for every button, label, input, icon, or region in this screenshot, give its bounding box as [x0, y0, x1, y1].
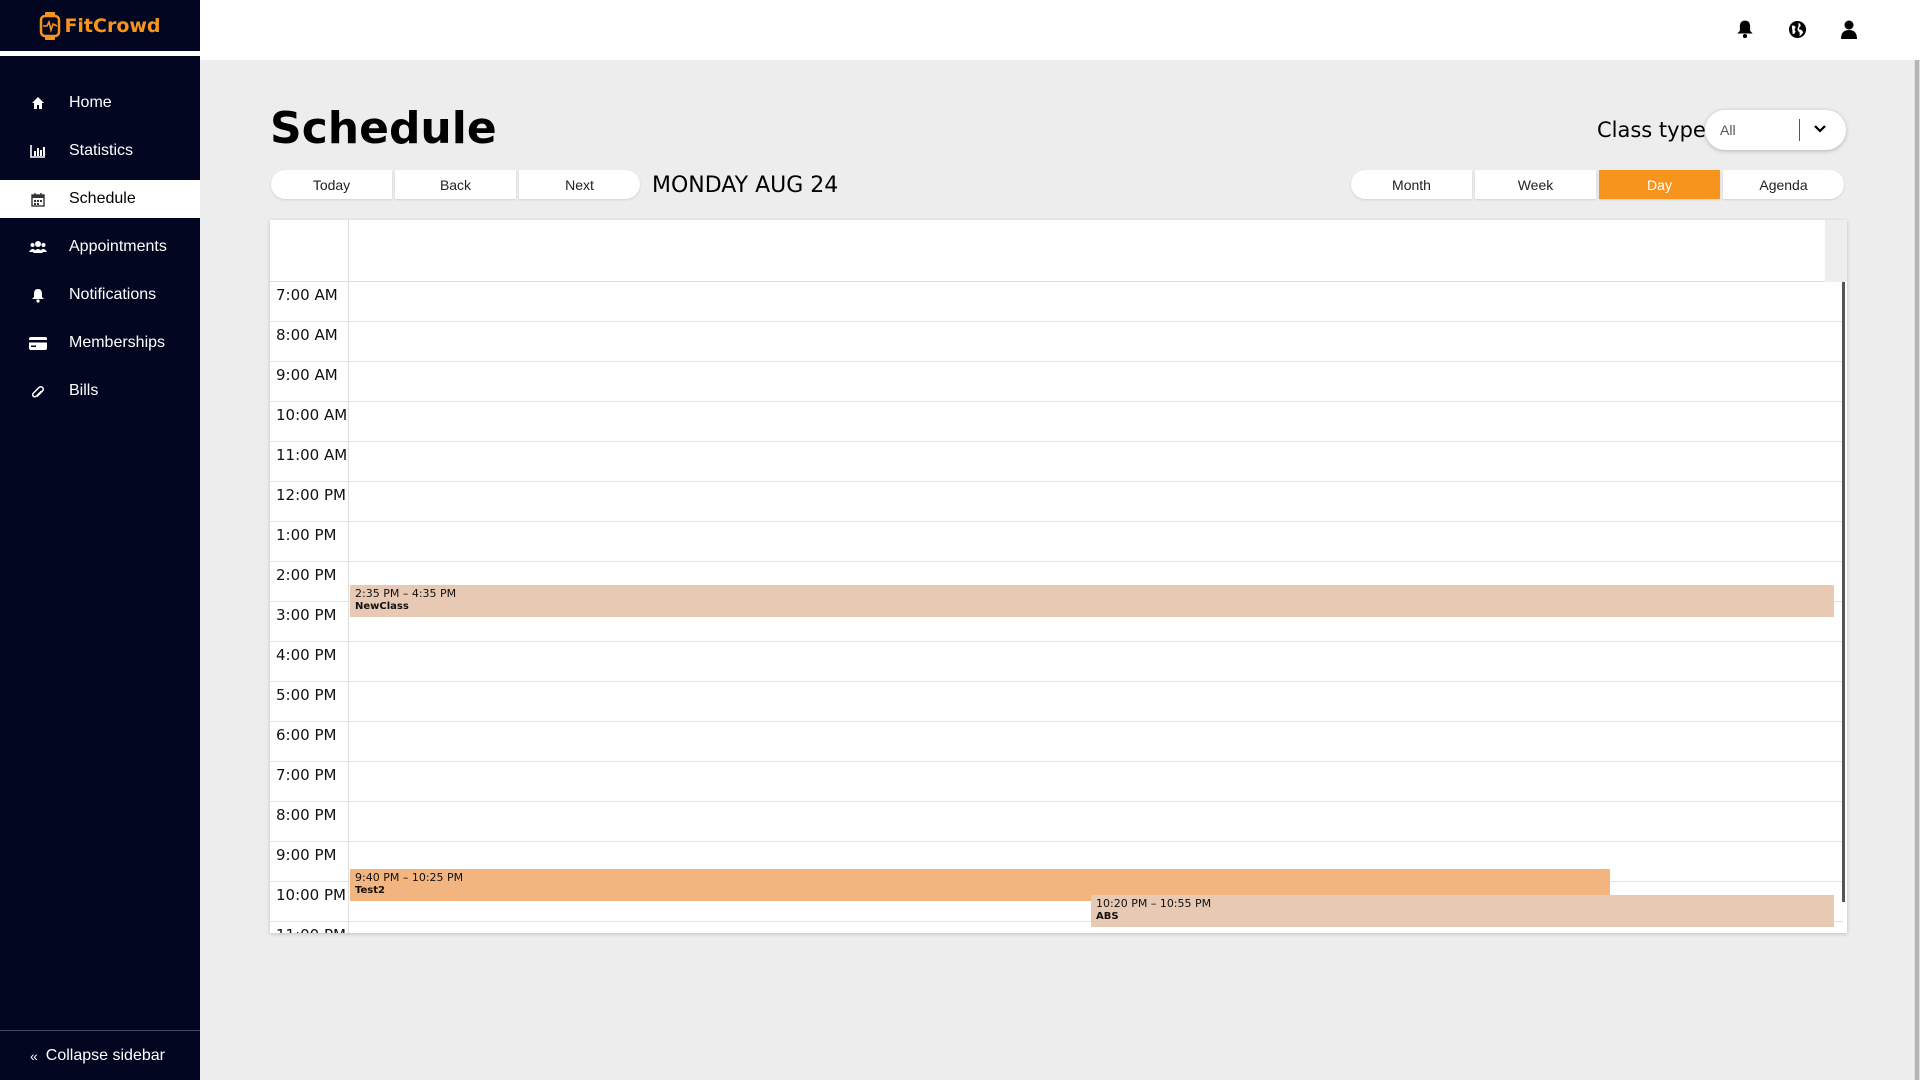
- calendar-event[interactable]: 10:20 PM – 10:55 PM ABS: [1091, 895, 1834, 928]
- time-slot-row[interactable]: 12:00 PM: [270, 482, 1843, 522]
- collapse-sidebar-label: Collapse sidebar: [45, 1046, 165, 1064]
- sidebar-item-label: Memberships: [69, 334, 166, 351]
- select-separator: [1799, 119, 1800, 141]
- calendar-header: [270, 220, 1847, 282]
- calendar-header-gutter: [270, 220, 349, 282]
- today-button[interactable]: Today: [271, 170, 392, 199]
- page-title: Schedule: [270, 103, 497, 154]
- class-type-value: All: [1720, 122, 1736, 138]
- time-slot-label: 11:00 PM: [276, 926, 346, 933]
- time-slot-row[interactable]: 1:00 PM: [270, 522, 1843, 562]
- collapse-sidebar-button[interactable]: « Collapse sidebar: [0, 1030, 200, 1080]
- sidebar-item-label: Notifications: [69, 286, 157, 303]
- time-slot-label: 8:00 AM: [276, 326, 338, 344]
- sidebar-item-appointments[interactable]: Appointments: [0, 228, 200, 266]
- page-scrollbar-thumb[interactable]: [1915, 60, 1919, 1080]
- user-icon[interactable]: [1838, 18, 1860, 40]
- sidebar-nav: Home Statistics Schedule Appointments No…: [0, 84, 200, 410]
- time-slot-label: 11:00 AM: [276, 446, 348, 464]
- time-slot-row[interactable]: 7:00 AM: [270, 282, 1843, 322]
- paperclip-icon: [29, 382, 47, 400]
- time-slot-label: 3:00 PM: [276, 606, 337, 624]
- credit-card-icon: [29, 334, 47, 352]
- calendar-view-buttons: Month Week Day Agenda: [1351, 170, 1847, 199]
- top-bar-actions: [1734, 18, 1860, 40]
- time-slot-row[interactable]: 6:00 PM: [270, 722, 1843, 762]
- time-slot-row[interactable]: 8:00 PM: [270, 802, 1843, 842]
- time-slot-label: 5:00 PM: [276, 686, 337, 704]
- brand-logo[interactable]: FitCrowd: [39, 11, 161, 40]
- sidebar-item-notifications[interactable]: Notifications: [0, 276, 200, 314]
- back-button[interactable]: Back: [395, 170, 516, 199]
- time-slot-label: 9:00 PM: [276, 846, 337, 864]
- users-icon: [29, 238, 47, 256]
- sidebar-item-statistics[interactable]: Statistics: [0, 132, 200, 170]
- week-view-button[interactable]: Week: [1475, 170, 1596, 199]
- time-slot-label: 9:00 AM: [276, 366, 338, 384]
- sidebar-item-label: Appointments: [69, 238, 167, 255]
- sidebar-item-label: Home: [69, 94, 112, 111]
- top-bar: [200, 0, 1920, 60]
- page-scrollbar[interactable]: [1914, 60, 1920, 1080]
- class-type-select[interactable]: All: [1705, 110, 1846, 150]
- next-button[interactable]: Next: [519, 170, 640, 199]
- time-slot-label: 7:00 AM: [276, 286, 338, 304]
- time-slot-label: 1:00 PM: [276, 526, 337, 544]
- time-slot-label: 10:00 AM: [276, 406, 348, 424]
- sidebar-item-bills[interactable]: Bills: [0, 372, 200, 410]
- home-icon: [29, 94, 47, 112]
- time-slot-label: 10:00 PM: [276, 886, 346, 904]
- event-title: ABS: [1096, 911, 1119, 923]
- sidebar-item-home[interactable]: Home: [0, 84, 200, 122]
- brand-name: FitCrowd: [64, 14, 161, 37]
- event-time: 9:40 PM – 10:25 PM: [355, 870, 464, 884]
- time-slot-label: 6:00 PM: [276, 726, 337, 744]
- time-slot-label: 2:00 PM: [276, 566, 337, 584]
- time-slot-row[interactable]: 11:00 AM: [270, 442, 1843, 482]
- day-calendar: 7:00 AM 8:00 AM 9:00 AM 10:00 AM 11:00 AM 12:…: [270, 220, 1847, 933]
- time-slot-row[interactable]: 9:00 AM: [270, 362, 1843, 402]
- bell-icon[interactable]: [1734, 18, 1756, 40]
- logo-area: FitCrowd: [0, 0, 200, 56]
- sidebar-item-memberships[interactable]: Memberships: [0, 324, 200, 362]
- calendar-body[interactable]: 7:00 AM 8:00 AM 9:00 AM 10:00 AM 11:00 AM 12:…: [270, 282, 1847, 933]
- calendar-nav-buttons: Today Back Next: [271, 170, 643, 199]
- bell-icon: [29, 286, 47, 304]
- time-slot-label: 8:00 PM: [276, 806, 337, 824]
- calendar-event[interactable]: 2:35 PM – 4:35 PM NewClass: [350, 585, 1834, 618]
- class-type-label: Class type: [1597, 118, 1706, 142]
- event-time: 10:20 PM – 10:55 PM: [1096, 897, 1212, 911]
- bar-chart-icon: [29, 142, 47, 160]
- sidebar-item-label: Schedule: [69, 190, 136, 207]
- time-slot-row[interactable]: 8:00 AM: [270, 322, 1843, 362]
- month-view-button[interactable]: Month: [1351, 170, 1472, 199]
- event-time: 2:35 PM – 4:35 PM: [355, 587, 457, 601]
- event-title: NewClass: [355, 601, 409, 613]
- current-date-label: MONDAY AUG 24: [652, 173, 839, 198]
- time-slot-label: 7:00 PM: [276, 766, 337, 784]
- calendar-icon: [29, 190, 47, 208]
- time-slot-label: 4:00 PM: [276, 646, 337, 664]
- fitness-watch-icon: [40, 11, 61, 40]
- day-view-button[interactable]: Day: [1599, 170, 1720, 199]
- calendar-scrollbar[interactable]: [1842, 282, 1845, 902]
- calendar-header-scroll-spacer: [1825, 220, 1847, 282]
- time-slot-row[interactable]: 4:00 PM: [270, 642, 1843, 682]
- time-slot-row[interactable]: 5:00 PM: [270, 682, 1843, 722]
- globe-icon[interactable]: [1786, 18, 1808, 40]
- double-chevron-left-icon: «: [30, 1047, 38, 1064]
- sidebar: FitCrowd Home Statistics Schedule Appoin…: [0, 0, 200, 1080]
- time-slot-label: 12:00 PM: [276, 486, 346, 504]
- time-slot-row[interactable]: 7:00 PM: [270, 762, 1843, 802]
- sidebar-item-schedule[interactable]: Schedule: [0, 180, 200, 218]
- time-slot-row[interactable]: 10:00 AM: [270, 402, 1843, 442]
- agenda-view-button[interactable]: Agenda: [1723, 170, 1844, 199]
- chevron-down-icon: [1814, 125, 1826, 133]
- sidebar-item-label: Statistics: [69, 142, 134, 159]
- sidebar-item-label: Bills: [69, 382, 99, 399]
